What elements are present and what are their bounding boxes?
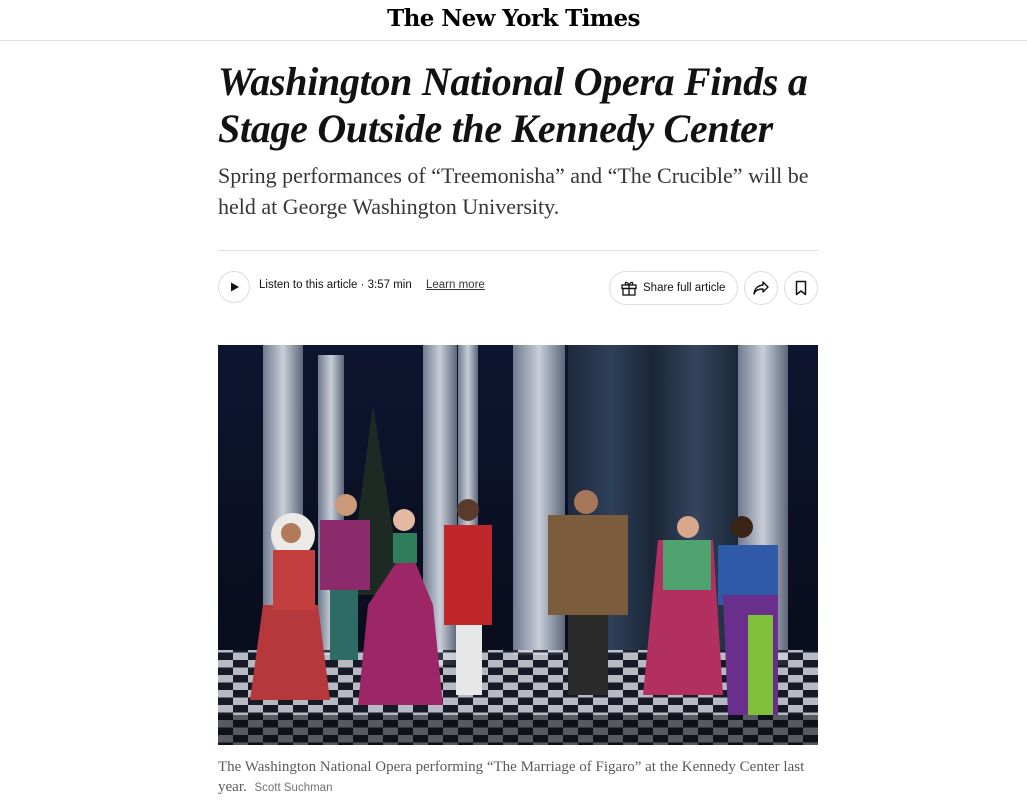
forward-share-button[interactable] bbox=[744, 271, 778, 305]
photo-credit: Scott Suchman bbox=[254, 782, 333, 794]
play-audio-button[interactable] bbox=[218, 271, 250, 303]
learn-more-link[interactable]: Learn more bbox=[426, 279, 485, 291]
nyt-logo[interactable]: The New York Times bbox=[0, 5, 1027, 32]
divider bbox=[218, 250, 818, 251]
bookmark-icon bbox=[795, 280, 807, 296]
masthead: The New York Times bbox=[0, 0, 1027, 41]
article-summary: Spring performances of “Treemonisha” and… bbox=[218, 163, 809, 219]
opera-stage-image bbox=[218, 345, 818, 745]
share-label: Share full article bbox=[643, 282, 726, 294]
share-arrow-icon bbox=[753, 281, 769, 295]
play-icon bbox=[231, 282, 239, 292]
listen-label: Listen to this article · 3:57 min bbox=[259, 279, 412, 291]
save-bookmark-button[interactable] bbox=[784, 271, 818, 305]
photo-caption: The Washington National Opera performing… bbox=[218, 757, 818, 798]
article-toolbar: Listen to this article · 3:57 min Learn … bbox=[218, 271, 818, 305]
share-full-article-button[interactable]: Share full article bbox=[609, 271, 738, 305]
article-photo bbox=[218, 345, 818, 745]
gift-icon bbox=[621, 281, 637, 296]
article-headline: Washington National Opera Finds a Stage … bbox=[218, 59, 808, 151]
article: Washington National Opera Finds a Stage … bbox=[218, 58, 818, 795]
